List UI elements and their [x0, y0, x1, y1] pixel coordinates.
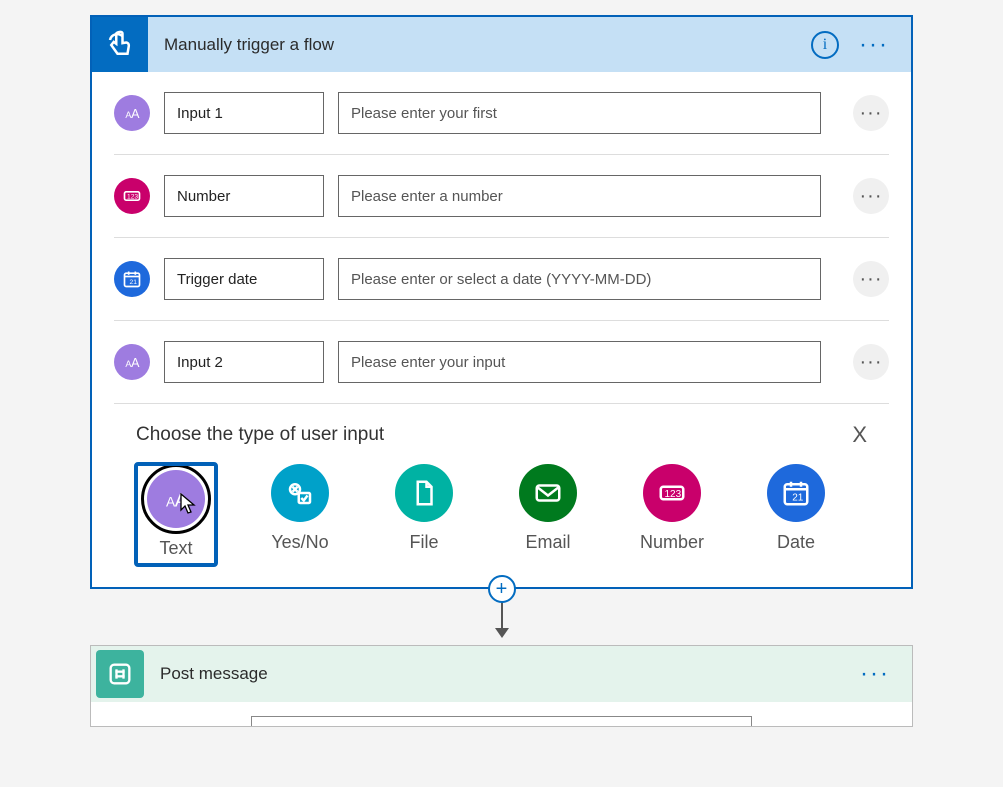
action-menu-button[interactable]: ···	[860, 669, 890, 679]
input-row-menu-button[interactable]: ···	[853, 344, 889, 380]
input-type-picker: Choose the type of user input X AA Text …	[114, 403, 889, 587]
info-icon[interactable]: i	[811, 31, 839, 59]
svg-text:123: 123	[127, 194, 138, 201]
svg-text:21: 21	[130, 279, 138, 286]
input-placeholder-field[interactable]	[338, 92, 821, 134]
svg-text:A: A	[131, 107, 140, 121]
svg-text:21: 21	[792, 493, 804, 504]
type-option-number[interactable]: 123 Number	[632, 464, 712, 565]
close-icon[interactable]: X	[852, 422, 867, 448]
yesno-icon	[271, 464, 329, 522]
input-name-field[interactable]	[164, 92, 324, 134]
number-icon: 123	[114, 178, 150, 214]
trigger-menu-button[interactable]: ···	[859, 40, 889, 50]
add-step-button[interactable]: +	[488, 575, 516, 603]
text-icon: AA	[147, 470, 205, 528]
action-title: Post message	[144, 664, 860, 684]
input-row: AA ···	[114, 72, 889, 154]
input-row: 21 ···	[114, 237, 889, 320]
type-option-label: File	[409, 532, 438, 553]
email-icon	[519, 464, 577, 522]
input-row-menu-button[interactable]: ···	[853, 178, 889, 214]
arrow-down-icon	[495, 628, 509, 638]
input-rows: AA ··· 123 ··· 21 ··· AA ···	[92, 72, 911, 403]
action-header[interactable]: Post message ···	[91, 646, 912, 702]
action-card: Post message ···	[90, 645, 913, 727]
input-name-field[interactable]	[164, 341, 324, 383]
manual-trigger-icon	[92, 17, 148, 72]
type-option-label: Date	[777, 532, 815, 553]
text-icon: AA	[114, 344, 150, 380]
svg-text:A: A	[131, 356, 140, 370]
input-name-field[interactable]	[164, 175, 324, 217]
trigger-header[interactable]: Manually trigger a flow i ···	[92, 17, 911, 72]
type-option-label: Text	[159, 538, 192, 559]
type-option-email[interactable]: Email	[508, 464, 588, 565]
input-placeholder-field[interactable]	[338, 341, 821, 383]
date-icon: 21	[114, 261, 150, 297]
type-option-file[interactable]: File	[384, 464, 464, 565]
input-name-field[interactable]	[164, 258, 324, 300]
input-row-menu-button[interactable]: ···	[853, 95, 889, 131]
picker-label: Choose the type of user input	[136, 424, 384, 446]
type-option-label: Email	[525, 532, 570, 553]
svg-text:A: A	[175, 490, 188, 511]
action-field-stub	[251, 716, 752, 726]
action-body	[91, 702, 912, 726]
file-icon	[395, 464, 453, 522]
trigger-card: Manually trigger a flow i ··· AA ··· 123…	[90, 15, 913, 589]
input-placeholder-field[interactable]	[338, 175, 821, 217]
text-icon: AA	[114, 95, 150, 131]
trigger-title: Manually trigger a flow	[148, 35, 811, 55]
type-option-label: Yes/No	[271, 532, 328, 553]
input-placeholder-field[interactable]	[338, 258, 821, 300]
number-icon: 123	[643, 464, 701, 522]
connector-line	[501, 601, 503, 629]
type-option-label: Number	[640, 532, 704, 553]
type-option-date[interactable]: 21 Date	[756, 464, 836, 565]
svg-text:123: 123	[665, 489, 682, 500]
post-message-icon	[96, 650, 144, 698]
input-row: AA ···	[114, 320, 889, 403]
type-option-yesno[interactable]: Yes/No	[260, 464, 340, 565]
type-option-text[interactable]: AA Text	[136, 464, 216, 565]
input-row: 123 ···	[114, 154, 889, 237]
input-row-menu-button[interactable]: ···	[853, 261, 889, 297]
date-icon: 21	[767, 464, 825, 522]
flow-connector: +	[488, 589, 516, 638]
type-list: AA Text Yes/No File Email 123 Number 21 …	[136, 464, 867, 565]
